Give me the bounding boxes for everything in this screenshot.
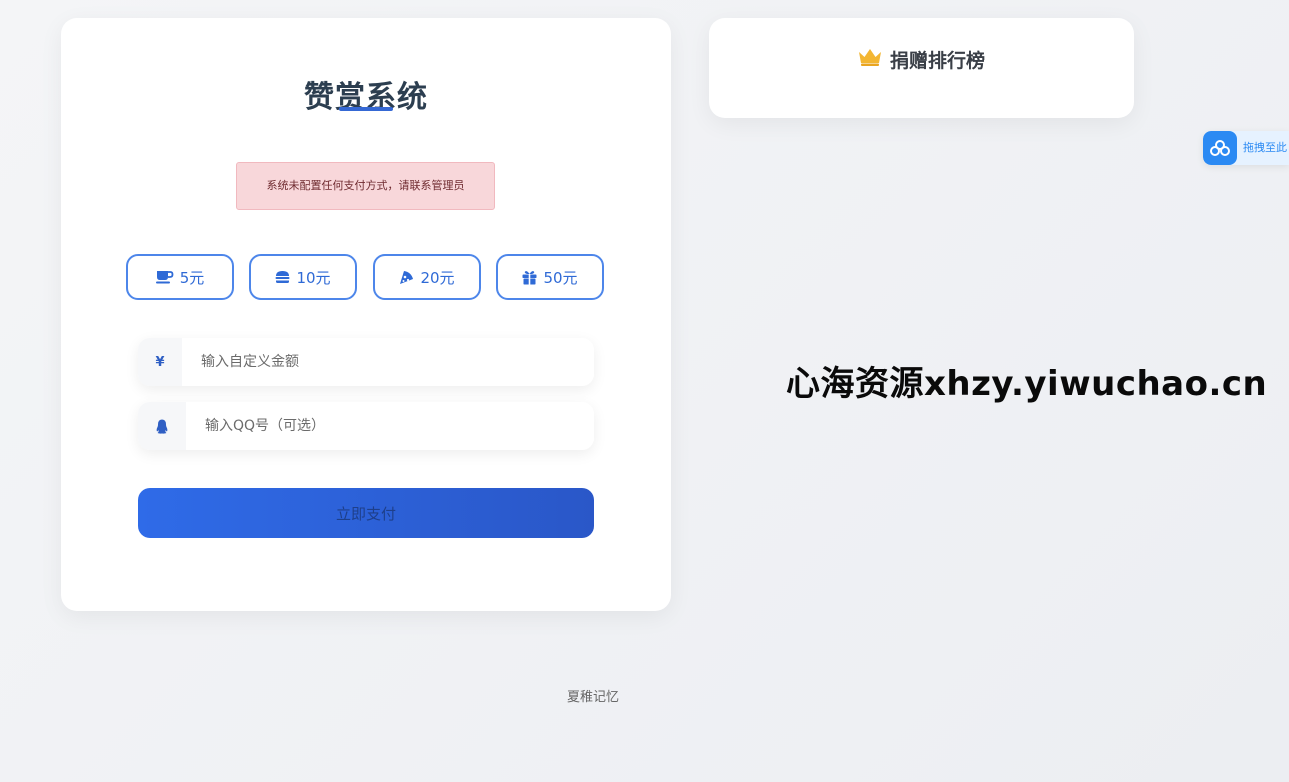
amount-label: 5元	[179, 268, 205, 287]
crown-icon	[858, 48, 882, 71]
donation-ranking-card: 捐赠排行榜	[709, 18, 1134, 118]
gift-icon	[522, 270, 537, 285]
amount-button-5[interactable]: 5元	[126, 254, 234, 300]
qq-number-group	[138, 402, 594, 450]
drag-drop-label: 拖拽至此	[1243, 141, 1287, 154]
amount-button-50[interactable]: 50元	[496, 254, 604, 300]
amount-button-20[interactable]: 20元	[373, 254, 481, 300]
payment-card: 赞赏系统 系统未配置任何支付方式，请联系管理员 5元 10元 20元 50元 ¥…	[61, 18, 671, 611]
baidu-netdisk-icon	[1203, 131, 1237, 165]
pay-now-button[interactable]: 立即支付	[138, 488, 594, 538]
burger-icon	[275, 270, 290, 284]
title-underline	[339, 107, 393, 111]
yuan-icon: ¥	[138, 338, 182, 386]
custom-amount-group: ¥	[138, 338, 594, 386]
ranking-title: 捐赠排行榜	[889, 50, 985, 72]
drag-drop-widget[interactable]: 拖拽至此	[1203, 131, 1289, 165]
qq-icon	[138, 402, 186, 450]
amount-label: 10元	[296, 268, 331, 287]
amount-button-10[interactable]: 10元	[249, 254, 357, 300]
pizza-icon	[399, 270, 414, 285]
footer-text: 夏稚记忆	[567, 690, 620, 705]
custom-amount-input[interactable]	[182, 338, 594, 386]
amount-label: 20元	[420, 268, 455, 287]
error-alert: 系统未配置任何支付方式，请联系管理员	[236, 162, 495, 210]
coffee-icon	[155, 270, 174, 284]
amount-label: 50元	[543, 268, 578, 287]
qq-number-input[interactable]	[186, 402, 594, 450]
ranking-header: 捐赠排行榜	[709, 46, 1134, 73]
watermark-text: 心海资源xhzy.yiwuchao.cn	[786, 364, 1268, 404]
